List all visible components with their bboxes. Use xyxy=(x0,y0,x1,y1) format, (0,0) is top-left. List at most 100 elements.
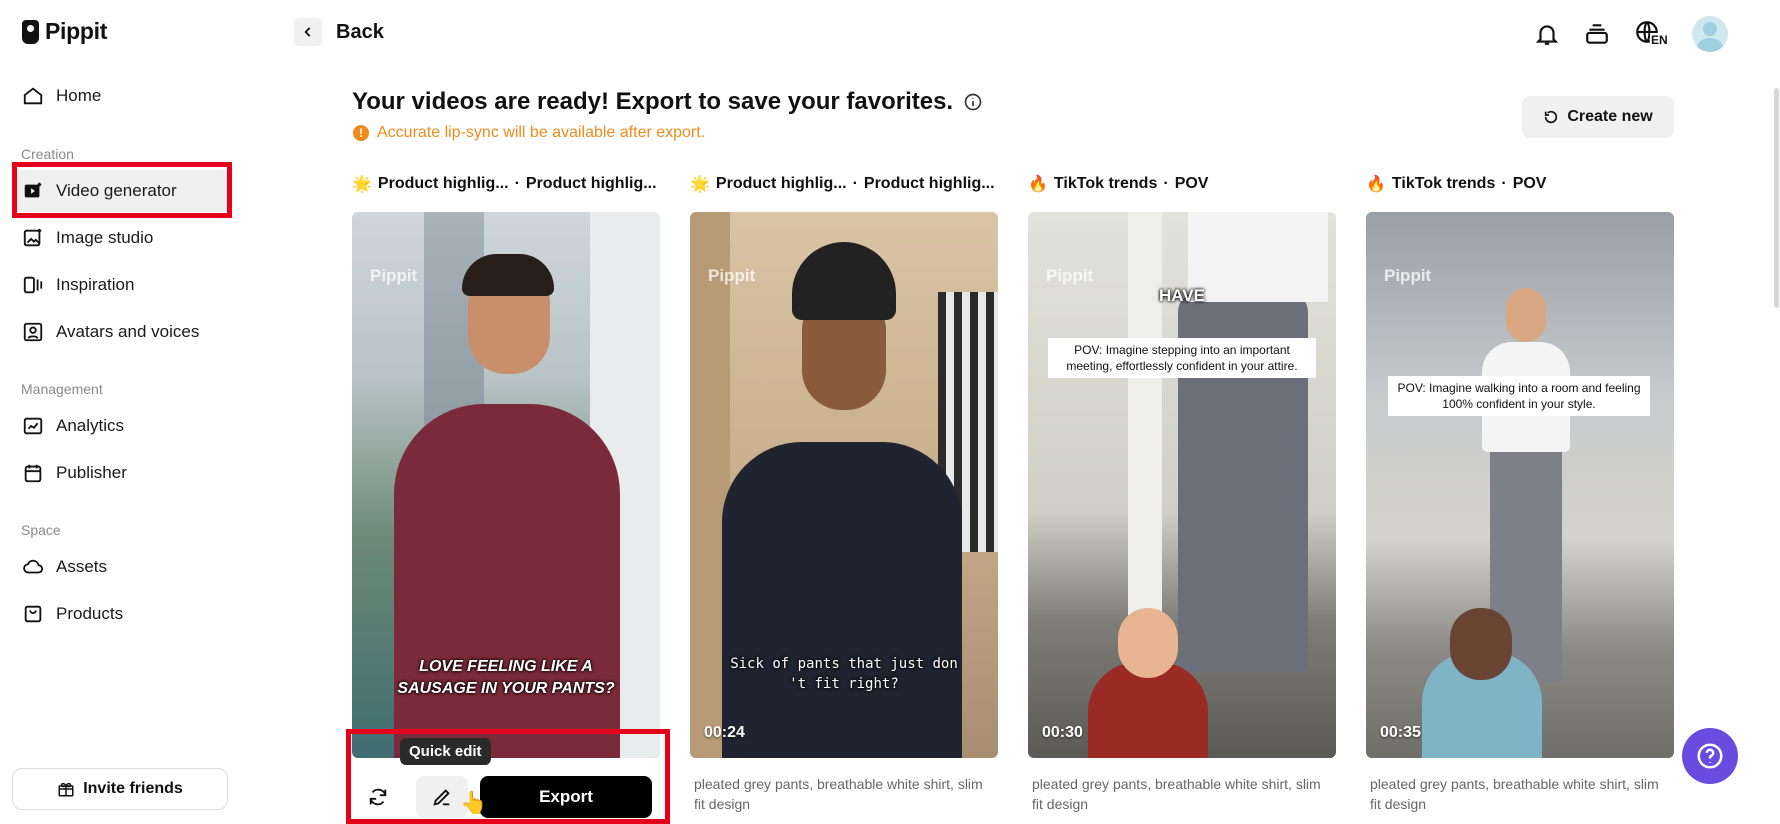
pillar-shape xyxy=(1128,212,1162,652)
section-management: Management xyxy=(21,381,103,397)
back-nav[interactable]: Back xyxy=(294,18,384,46)
refresh-icon xyxy=(1545,110,1558,124)
cloud-icon xyxy=(23,559,44,574)
scrollbar[interactable] xyxy=(1774,88,1779,308)
video-description: pleated grey pants, breathable white shi… xyxy=(694,776,983,812)
sidebar: Pippit Home Creation Video generator Ima… xyxy=(0,0,240,824)
sidebar-item-image-studio[interactable]: Image studio xyxy=(12,217,230,259)
card-actions: Export xyxy=(352,776,652,818)
create-new-button[interactable]: Create new xyxy=(1522,96,1674,138)
card-title-text: TikTok trends xyxy=(1391,175,1496,192)
bell-icon[interactable] xyxy=(1534,21,1560,47)
back-label[interactable]: Back xyxy=(336,21,384,44)
sidebar-item-avatars-voices[interactable]: Avatars and voices xyxy=(12,311,230,353)
sidebar-item-label: Assets xyxy=(56,557,108,576)
pov-caption: POV: Imagine stepping into an important … xyxy=(1048,338,1316,378)
watermark: Pippit xyxy=(708,266,756,285)
sidebar-item-products[interactable]: Products xyxy=(12,593,230,635)
sidebar-item-label: Image studio xyxy=(56,228,154,247)
sparkle-icon: 🌟 xyxy=(352,176,372,193)
create-new-label: Create new xyxy=(1567,108,1653,125)
card-title-text-2: Product highlig... xyxy=(525,175,657,192)
person-shirt xyxy=(722,442,962,758)
image-studio-icon xyxy=(23,228,42,247)
watermark: Pippit xyxy=(370,266,418,285)
sidebar-item-assets[interactable]: Assets xyxy=(12,546,230,588)
app-name: Pippit xyxy=(45,18,108,44)
help-button[interactable] xyxy=(1682,728,1738,784)
product-box-icon xyxy=(24,605,42,623)
video-generator-icon xyxy=(24,182,42,198)
question-icon xyxy=(1697,743,1723,769)
page-title-text: Your videos are ready! Export to save yo… xyxy=(352,88,954,115)
sparkle-icon: 🌟 xyxy=(690,176,710,193)
user-avatar[interactable] xyxy=(1692,16,1728,52)
card-title-separator: · xyxy=(852,175,858,192)
fire-icon: 🔥 xyxy=(1028,176,1048,193)
sidebar-item-label: Video generator xyxy=(56,181,177,200)
notice-text: Accurate lip-sync will be available afte… xyxy=(377,124,706,141)
card-title-separator: · xyxy=(514,175,520,192)
video-card: 🔥 TikTok trends · POV Pippit HAVE POV: I… xyxy=(1028,172,1336,812)
lip-sync-notice: ! Accurate lip-sync will be available af… xyxy=(353,124,705,142)
watermark: Pippit xyxy=(1046,266,1094,285)
video-caption: LOVE FEELING LIKE A SAUSAGE IN YOUR PANT… xyxy=(397,658,615,697)
sidebar-item-label: Publisher xyxy=(56,463,127,482)
invite-label: Invite friends xyxy=(83,780,183,797)
video-duration: 00:30 xyxy=(1042,724,1083,741)
sidebar-item-label: Home xyxy=(56,86,102,105)
pippit-logo-icon xyxy=(22,19,39,44)
video-card: 🌟 Product highlig... · Product highlig..… xyxy=(352,172,660,818)
sidebar-item-analytics[interactable]: Analytics xyxy=(12,405,230,447)
overlay-word: HAVE xyxy=(1159,286,1205,305)
watermark: Pippit xyxy=(1384,266,1432,285)
sidebar-item-video-generator[interactable]: Video generator xyxy=(12,170,230,212)
card-title: 🔥 TikTok trends · POV xyxy=(1028,172,1336,196)
video-description: pleated grey pants, breathable white shi… xyxy=(1370,776,1659,812)
card-title: 🌟 Product highlig... · Product highlig..… xyxy=(352,172,660,196)
card-title-separator: · xyxy=(1501,175,1507,192)
avatar-icon xyxy=(23,322,43,342)
section-space: Space xyxy=(21,522,61,538)
card-title: 🌟 Product highlig... · Product highlig..… xyxy=(690,172,998,196)
info-icon[interactable] xyxy=(963,92,983,112)
video-duration: 00:35 xyxy=(1380,724,1421,741)
sidebar-item-home[interactable]: Home xyxy=(12,75,230,117)
sidebar-item-label: Avatars and voices xyxy=(56,322,200,341)
invite-friends-button[interactable]: Invite friends xyxy=(12,768,228,810)
video-caption: Sick of pants that just don 't fit right… xyxy=(730,656,958,692)
card-title-text-2: POV xyxy=(1512,175,1547,192)
sidebar-item-label: Analytics xyxy=(56,416,125,435)
warning-icon: ! xyxy=(353,125,369,141)
fire-icon: 🔥 xyxy=(1366,176,1386,193)
video-card: 🌟 Product highlig... · Product highlig..… xyxy=(690,172,998,812)
stack-icon[interactable] xyxy=(1584,21,1610,47)
video-thumbnail[interactable]: Pippit LOVE FEELING LIKE A SAUSAGE IN YO… xyxy=(352,212,660,758)
regenerate-icon xyxy=(369,788,387,806)
video-description: pleated grey pants, breathable white shi… xyxy=(1032,776,1321,812)
analytics-icon xyxy=(23,417,43,435)
card-title-text-2: POV xyxy=(1174,175,1209,192)
regenerate-button[interactable] xyxy=(352,776,404,818)
chevron-left-icon[interactable] xyxy=(294,18,322,46)
video-thumbnail[interactable]: Pippit Sick of pants that just don 't fi… xyxy=(690,212,998,758)
language-selector[interactable]: EN xyxy=(1634,19,1669,49)
sidebar-item-publisher[interactable]: Publisher xyxy=(12,452,230,494)
presenter-face xyxy=(1450,608,1512,680)
export-button[interactable]: Export xyxy=(480,776,652,818)
card-title-text: Product highlig... xyxy=(715,175,847,192)
video-thumbnail[interactable]: Pippit POV: Imagine walking into a room … xyxy=(1366,212,1674,758)
card-title-text-2: Product highlig... xyxy=(863,175,995,192)
quick-edit-tooltip: Quick edit xyxy=(400,738,491,765)
top-toolbar: EN xyxy=(1534,16,1728,52)
video-thumbnail[interactable]: Pippit HAVE POV: Imagine stepping into a… xyxy=(1028,212,1336,758)
app-logo[interactable]: Pippit xyxy=(22,18,107,45)
person-shirt xyxy=(394,404,620,758)
card-title: 🔥 TikTok trends · POV xyxy=(1366,172,1674,196)
hand-cursor-icon: 👆 xyxy=(460,790,488,815)
sidebar-item-inspiration[interactable]: Inspiration xyxy=(12,264,230,306)
inspiration-icon xyxy=(23,276,43,294)
gift-icon xyxy=(58,782,74,797)
calendar-icon xyxy=(24,464,42,483)
card-title-text: Product highlig... xyxy=(377,175,509,192)
